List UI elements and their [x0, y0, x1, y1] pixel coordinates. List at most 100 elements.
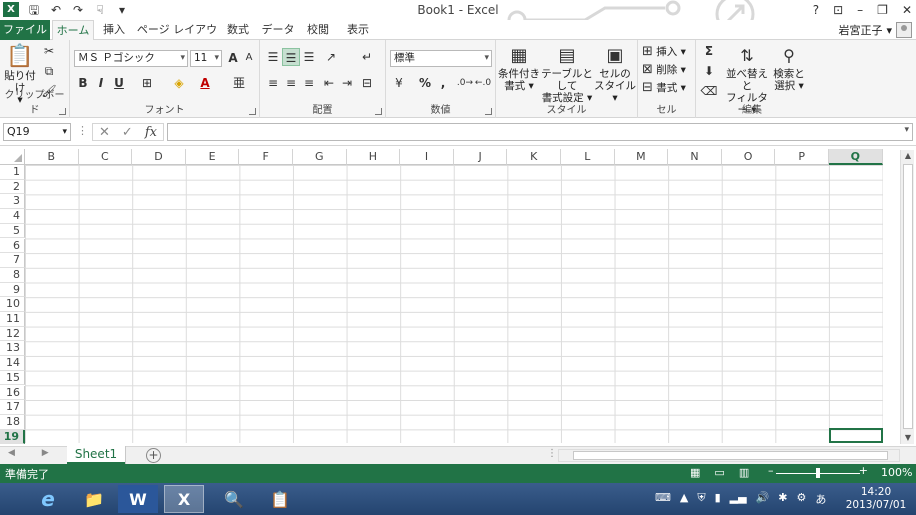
- scroll-down-icon[interactable]: ▼: [901, 432, 915, 444]
- zoom-slider[interactable]: – +: [768, 464, 868, 480]
- keyboard-icon[interactable]: ⌨: [655, 491, 671, 507]
- tray-expand-icon[interactable]: ▲: [680, 491, 688, 507]
- vertical-scroll-thumb[interactable]: [903, 164, 913, 429]
- font-size-select[interactable]: 11: [190, 50, 222, 67]
- borders-icon[interactable]: ⊞: [138, 74, 156, 92]
- cell-area[interactable]: [25, 165, 883, 443]
- bold-button[interactable]: B: [74, 74, 92, 92]
- formula-input[interactable]: [167, 123, 913, 141]
- restore-icon[interactable]: ❐: [877, 1, 888, 19]
- delete-cells-button[interactable]: ⊠ 削除 ▾: [642, 62, 686, 78]
- row-header-10[interactable]: 10: [0, 297, 25, 312]
- power-icon[interactable]: ▮: [715, 491, 721, 507]
- enter-icon[interactable]: ✓: [122, 124, 133, 140]
- page-break-view-icon[interactable]: ▥: [739, 466, 749, 479]
- font-launcher-icon[interactable]: .: [249, 108, 256, 115]
- insert-cells-button[interactable]: ⊞ 挿入 ▾: [642, 44, 686, 60]
- row-header-13[interactable]: 13: [0, 341, 25, 357]
- tab-page-layout[interactable]: ページ レイアウト: [136, 20, 218, 56]
- row-header-5[interactable]: 5: [0, 223, 25, 239]
- find-select-button[interactable]: ⚲ 検索と 選択 ▾: [772, 44, 806, 92]
- normal-view-icon[interactable]: ▦: [690, 466, 700, 479]
- row-header-4[interactable]: 4: [0, 209, 25, 224]
- percent-style-button[interactable]: %: [416, 74, 434, 92]
- row-header-16[interactable]: 16: [0, 385, 25, 401]
- ime-indicator[interactable]: あ: [815, 491, 826, 507]
- column-header-E[interactable]: E: [185, 149, 240, 165]
- column-header-H[interactable]: H: [346, 149, 401, 165]
- tab-home[interactable]: ホーム: [52, 20, 94, 41]
- format-cells-button[interactable]: ⊟ 書式 ▾: [642, 80, 686, 96]
- column-header-B[interactable]: B: [25, 149, 79, 165]
- row-header-7[interactable]: 7: [0, 253, 25, 268]
- clock[interactable]: 14:20 2013/07/01: [838, 486, 914, 512]
- language-icon[interactable]: ⚙: [797, 491, 807, 507]
- column-header-L[interactable]: L: [561, 149, 615, 165]
- align-middle-icon[interactable]: ☰: [282, 48, 300, 66]
- align-right-icon[interactable]: ≡: [300, 74, 318, 92]
- row-header-15[interactable]: 15: [0, 370, 25, 386]
- column-header-P[interactable]: P: [775, 149, 829, 165]
- italic-button[interactable]: I: [92, 74, 110, 92]
- accounting-format-icon[interactable]: ¥: [390, 74, 408, 92]
- column-header-M[interactable]: M: [614, 149, 669, 165]
- page-layout-view-icon[interactable]: ▭: [714, 466, 724, 479]
- comma-style-button[interactable]: ,: [434, 74, 452, 92]
- row-header-9[interactable]: 9: [0, 282, 25, 298]
- select-all-button[interactable]: [0, 149, 25, 165]
- decrease-indent-icon[interactable]: ⇤: [320, 74, 338, 92]
- zoom-level[interactable]: 100%: [881, 466, 912, 479]
- cancel-icon[interactable]: ✕: [99, 124, 110, 140]
- row-header-8[interactable]: 8: [0, 267, 25, 283]
- tab-review[interactable]: 校閲: [302, 20, 334, 40]
- number-launcher-icon[interactable]: .: [485, 108, 492, 115]
- decrease-decimal-icon[interactable]: ←.0: [474, 74, 492, 92]
- sheet-tab-sheet1[interactable]: Sheet1: [67, 446, 125, 464]
- shrink-font-icon[interactable]: A: [240, 49, 258, 67]
- orientation-icon[interactable]: ↗: [322, 48, 340, 66]
- tab-formulas[interactable]: 数式: [222, 20, 254, 40]
- tab-data[interactable]: データ: [260, 20, 296, 40]
- row-header-19[interactable]: 19: [0, 429, 25, 445]
- excel-taskbar-icon[interactable]: X: [164, 485, 204, 513]
- internet-explorer-icon[interactable]: e: [28, 485, 68, 513]
- control-panel-icon[interactable]: 📋: [260, 485, 300, 513]
- align-top-icon[interactable]: ☰: [264, 48, 282, 66]
- column-header-D[interactable]: D: [132, 149, 186, 165]
- zoom-knob[interactable]: [816, 468, 820, 478]
- column-header-F[interactable]: F: [239, 149, 293, 165]
- align-center-icon[interactable]: ≡: [282, 74, 300, 92]
- column-header-J[interactable]: J: [453, 149, 508, 165]
- column-header-O[interactable]: O: [721, 149, 776, 165]
- row-header-18[interactable]: 18: [0, 414, 25, 430]
- help-icon[interactable]: ?: [813, 1, 819, 19]
- file-explorer-icon[interactable]: 📁: [74, 485, 114, 513]
- row-header-12[interactable]: 12: [0, 326, 25, 342]
- scroll-up-icon[interactable]: ▲: [901, 150, 915, 162]
- row-header-6[interactable]: 6: [0, 238, 25, 254]
- font-family-select[interactable]: ＭＳ Ｐゴシック: [74, 50, 188, 67]
- row-header-11[interactable]: 11: [0, 312, 25, 327]
- merge-center-icon[interactable]: ⊟: [358, 74, 376, 92]
- wrap-text-icon[interactable]: ↵: [358, 48, 376, 66]
- volume-icon[interactable]: 🔊: [756, 491, 770, 507]
- conditional-formatting-button[interactable]: ▦ 条件付き 書式 ▾: [498, 44, 540, 92]
- number-format-select[interactable]: 標準: [390, 50, 492, 67]
- row-header-3[interactable]: 3: [0, 194, 25, 210]
- user-account[interactable]: 岩宮正子 ▾: [838, 20, 912, 40]
- clipboard-launcher-icon[interactable]: .: [59, 108, 66, 115]
- column-header-Q[interactable]: Q: [829, 149, 883, 165]
- cell-styles-button[interactable]: ▣ セルの スタイル ▾: [594, 44, 636, 104]
- minimize-icon[interactable]: –: [857, 1, 863, 19]
- word-icon[interactable]: W: [118, 485, 158, 513]
- fill-color-icon[interactable]: ◈: [170, 74, 188, 92]
- column-header-K[interactable]: K: [507, 149, 561, 165]
- zoom-out-button[interactable]: –: [768, 464, 774, 477]
- alignment-launcher-icon[interactable]: .: [375, 108, 382, 115]
- cut-icon[interactable]: ✂: [40, 42, 58, 60]
- zoom-in-button[interactable]: +: [859, 464, 868, 477]
- network-icon[interactable]: ▂▄: [730, 491, 747, 507]
- horizontal-scroll-thumb[interactable]: [573, 451, 888, 460]
- tab-insert[interactable]: 挿入: [96, 20, 132, 40]
- row-header-2[interactable]: 2: [0, 179, 25, 195]
